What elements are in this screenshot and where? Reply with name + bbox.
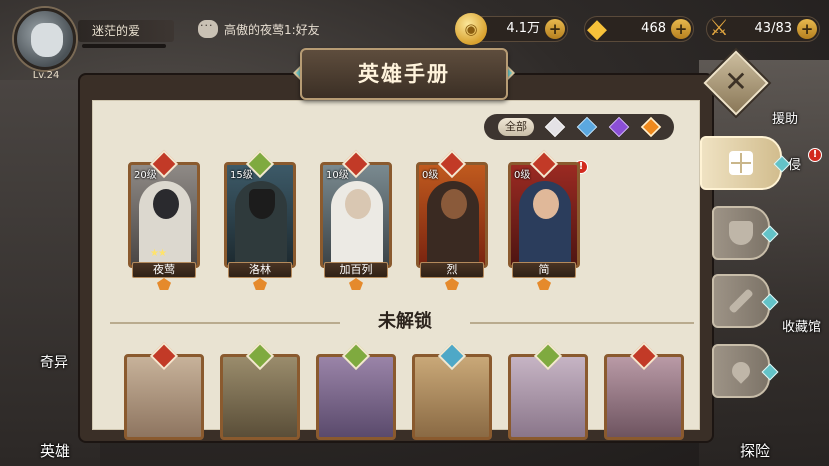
player-level: Lv.24 — [32, 70, 60, 81]
hero-level: 20级 — [134, 170, 157, 181]
gold-counter: ◉ 4.1万 + — [455, 13, 568, 45]
hero-card[interactable]: 15级 洛林 — [224, 149, 296, 290]
hero-level: 15级 — [230, 170, 253, 181]
add-stamina-button[interactable]: + — [797, 19, 817, 39]
add-gems-button[interactable]: + — [671, 19, 691, 39]
shield-icon — [729, 221, 753, 245]
hero-rarity-icon — [157, 278, 171, 290]
locked-hero-card[interactable] — [124, 341, 204, 440]
hero-level: 0级 — [422, 170, 439, 181]
player-name: 迷茫的爱 — [78, 20, 174, 42]
hero-card[interactable]: 10级 加百列 — [320, 149, 392, 290]
hero-rarity-icon — [349, 278, 363, 290]
hero-name: 洛林 — [228, 262, 292, 278]
hero-rarity-icon — [253, 278, 267, 290]
locked-section-title: 未解锁 — [340, 308, 470, 336]
tab-all-heroes[interactable] — [700, 136, 791, 190]
locked-hero-card[interactable] — [604, 341, 684, 440]
hero-head — [153, 189, 179, 219]
explore-label[interactable]: 探险 — [740, 440, 770, 461]
hero-head — [345, 189, 371, 219]
stamina-value: 43/83 — [754, 21, 792, 36]
odd-shop-label[interactable]: 奇异 — [40, 352, 68, 372]
panel-title: 英雄手册 — [358, 62, 450, 86]
heroes-nav-label[interactable]: 英雄 — [40, 440, 70, 461]
hero-name: 夜莺 — [132, 262, 196, 278]
heart-icon — [728, 358, 754, 384]
hero-name: 加百列 — [324, 262, 388, 278]
chat-message[interactable]: 高傲的夜莺1:好友 — [224, 21, 404, 38]
filter-all-button[interactable]: 全部 — [498, 118, 534, 136]
gem-value: 468 — [641, 21, 666, 36]
chat-bubble-icon[interactable] — [198, 19, 218, 38]
add-gold-button[interactable]: + — [545, 19, 565, 39]
hero-card[interactable]: ! 0级 简 — [508, 149, 588, 290]
hero-head — [533, 189, 559, 219]
diamond-icon: ◆ — [587, 14, 607, 44]
hero-name: 简 — [512, 262, 576, 278]
hero-stars: ★★ — [150, 248, 167, 259]
tab-favorites[interactable] — [712, 344, 779, 398]
hero-card[interactable]: 0级 烈 — [416, 149, 488, 290]
tab-attack[interactable] — [712, 274, 779, 328]
tab-defense[interactable] — [712, 206, 779, 260]
locked-hero-card[interactable] — [220, 341, 300, 440]
background-right-scenery — [699, 60, 829, 466]
gold-coin-icon: ◉ — [455, 13, 487, 45]
hero-level: 10级 — [326, 170, 349, 181]
invade-alert-dot: ! — [808, 148, 822, 162]
sword-icon — [728, 288, 754, 314]
player-exp-bar — [82, 44, 166, 48]
hero-head — [441, 189, 467, 219]
hero-name: 烈 — [420, 262, 484, 278]
locked-hero-card[interactable] — [508, 341, 588, 440]
hero-card[interactable]: 20级 ★★ 夜莺 — [128, 149, 200, 290]
hero-head — [249, 189, 275, 219]
player-avatar[interactable] — [14, 8, 76, 70]
close-icon[interactable]: ✕ — [713, 60, 759, 106]
hero-level: 0级 — [514, 170, 531, 181]
gem-counter: ◆ 468 + — [584, 16, 694, 42]
hero-rarity-icon — [445, 278, 459, 290]
stamina-counter: ⚔ 43/83 + — [706, 16, 820, 42]
grid-icon — [729, 151, 753, 175]
locked-hero-card[interactable] — [412, 341, 492, 440]
collection-label[interactable]: 收藏馆 — [782, 316, 821, 335]
locked-hero-card[interactable] — [316, 341, 396, 440]
avatar-face — [31, 23, 63, 57]
stamina-icon: ⚔ — [709, 16, 729, 41]
gold-value: 4.1万 — [506, 21, 540, 36]
aid-label[interactable]: 援助 — [772, 108, 798, 127]
